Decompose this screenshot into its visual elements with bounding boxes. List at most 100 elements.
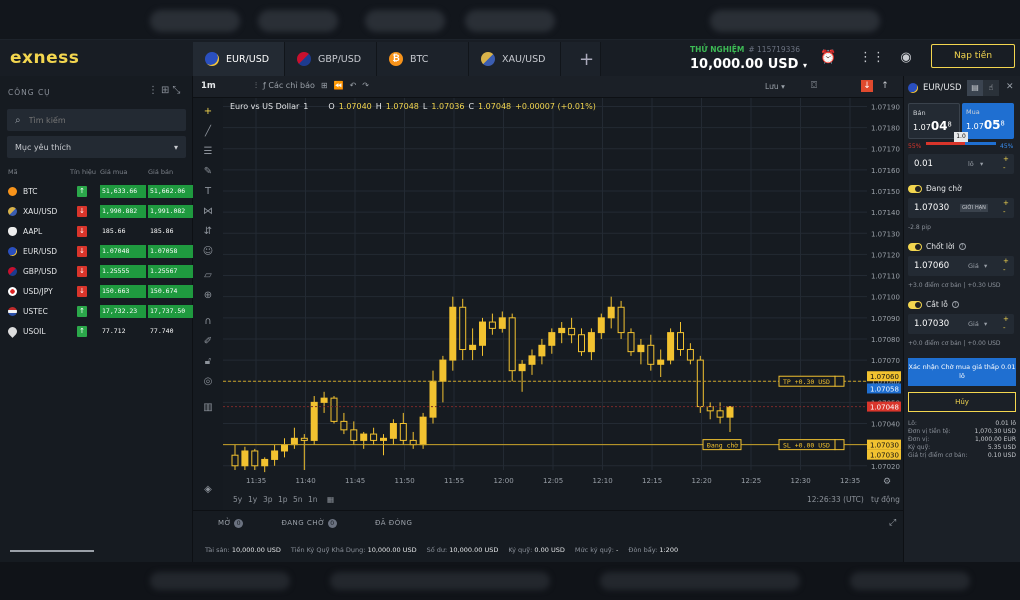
grid-view-icon[interactable]: ⊞ bbox=[161, 85, 172, 96]
ask-price[interactable]: 185.86 bbox=[148, 225, 194, 238]
decrease-button[interactable]: - bbox=[1003, 266, 1006, 274]
redo-icon[interactable]: ↷ bbox=[362, 81, 369, 91]
signal-down-icon[interactable]: ↓ bbox=[77, 266, 87, 277]
brush-icon[interactable]: ✎ bbox=[202, 166, 214, 178]
bid-price[interactable]: 77.712 bbox=[100, 325, 146, 338]
period-1y[interactable]: 1y bbox=[248, 495, 257, 504]
instrument-row[interactable]: GBP/USD ↓ 1.25555 1.25567 bbox=[0, 262, 194, 282]
take-profit-field[interactable]: 1.07060 Giá ▾ + - bbox=[908, 256, 1014, 276]
cancel-button[interactable]: Hủy bbox=[908, 392, 1016, 412]
stop-loss-toggle[interactable]: Cắt lỗ? bbox=[908, 300, 959, 309]
close-icon[interactable]: ✕ bbox=[1006, 82, 1014, 92]
instrument-row[interactable]: EUR/USD ↓ 1.07048 1.07058 bbox=[0, 242, 194, 262]
add-tab-button[interactable]: + bbox=[561, 42, 601, 76]
utc-clock[interactable]: 12:26:33 (UTC) bbox=[807, 495, 864, 504]
tab-pending-orders[interactable]: ĐANG CHỜ 0 bbox=[281, 519, 337, 528]
deposit-button[interactable]: Nạp tiền bbox=[931, 44, 1015, 68]
crosshair-icon[interactable]: + bbox=[202, 106, 214, 118]
ask-price[interactable]: 1.07058 bbox=[148, 245, 194, 258]
stop-loss-field[interactable]: 1.07030 Giá ▾ + - bbox=[908, 314, 1014, 334]
collapse-icon[interactable]: ⤡ bbox=[172, 85, 183, 96]
sell-button[interactable]: Bán 1.07048 bbox=[908, 103, 960, 139]
tab-btc[interactable]: ₿ BTC bbox=[377, 42, 469, 76]
ask-price[interactable]: 1,991.082 bbox=[148, 205, 194, 218]
candle-type-icon[interactable]: ⫶ bbox=[255, 81, 257, 91]
pattern-icon[interactable]: ⋈ bbox=[202, 206, 214, 218]
camera-icon[interactable]: ⌼ bbox=[811, 80, 817, 91]
bid-price[interactable]: 51,633.66 bbox=[100, 185, 146, 198]
increase-button[interactable]: + bbox=[1003, 155, 1009, 163]
lock-icon[interactable]: 🔓︎ bbox=[202, 356, 214, 368]
magnet-icon[interactable]: ∩ bbox=[202, 316, 214, 328]
increase-button[interactable]: + bbox=[1003, 257, 1009, 265]
bid-price[interactable]: 1.25555 bbox=[100, 265, 146, 278]
increase-button[interactable]: + bbox=[1003, 315, 1009, 323]
signal-down-icon[interactable]: ↓ bbox=[77, 286, 87, 297]
buy-arrow-icon[interactable]: ↑ bbox=[879, 80, 891, 92]
signal-up-icon[interactable]: ↑ bbox=[77, 306, 87, 317]
bid-price[interactable]: 185.66 bbox=[100, 225, 146, 238]
account-selector[interactable]: THỬ NGHIỆM # 115719336 10,000.00 USD ▾ bbox=[690, 44, 807, 72]
templates-icon[interactable]: ⊞ bbox=[321, 81, 328, 91]
take-profit-toggle[interactable]: Chốt lời? bbox=[908, 242, 966, 251]
bid-price[interactable]: 17,732.23 bbox=[100, 305, 146, 318]
tab-gbp-usd[interactable]: GBP/USD bbox=[285, 42, 377, 76]
tab-eur-usd[interactable]: EUR/USD bbox=[193, 42, 285, 76]
period-5n[interactable]: 5n bbox=[293, 495, 303, 504]
bid-price[interactable]: 1.07048 bbox=[100, 245, 146, 258]
trash-icon[interactable]: ▥ bbox=[202, 402, 214, 414]
ask-price[interactable]: 1.25567 bbox=[148, 265, 194, 278]
instrument-row[interactable]: USOIL ↑ 77.712 77.740 bbox=[0, 322, 193, 342]
sell-arrow-icon[interactable]: ↓ bbox=[861, 80, 873, 92]
indicators-button[interactable]: ƒ Các chỉ báo bbox=[263, 81, 315, 91]
tab-xau-usd[interactable]: XAU/USD bbox=[469, 42, 561, 76]
ask-price[interactable]: 51,662.06 bbox=[148, 185, 194, 198]
buy-button[interactable]: Mua 1.07058 bbox=[962, 103, 1014, 139]
timeframe-button[interactable]: 1m bbox=[201, 81, 216, 91]
search-input[interactable] bbox=[28, 115, 169, 125]
increase-button[interactable]: + bbox=[1003, 199, 1009, 207]
instrument-row[interactable]: AAPL ↓ 185.66 185.86 bbox=[0, 222, 193, 242]
pending-price-field[interactable]: 1.07030 GIỚI HẠN + - bbox=[908, 198, 1014, 218]
trend-line-icon[interactable]: ╱ bbox=[202, 126, 214, 138]
ruler-icon[interactable]: ▱ bbox=[202, 270, 214, 282]
zoom-in-icon[interactable]: ⊕ bbox=[202, 290, 214, 302]
signal-down-icon[interactable]: ↓ bbox=[77, 246, 87, 257]
horizontal-lines-icon[interactable]: ☰ bbox=[202, 146, 214, 158]
user-profile-icon[interactable]: ◉ bbox=[898, 50, 914, 66]
more-vertical-icon[interactable]: ⋮ bbox=[148, 85, 161, 96]
period-1p[interactable]: 1p bbox=[278, 495, 288, 504]
text-icon[interactable]: T bbox=[202, 186, 214, 198]
ask-price[interactable]: 17,737.50 bbox=[148, 305, 194, 318]
pencil-lock-icon[interactable]: ✐ bbox=[202, 336, 214, 348]
layers-icon[interactable]: ◈ bbox=[202, 484, 214, 496]
favorites-dropdown[interactable]: Mục yêu thích ▾ bbox=[7, 136, 186, 158]
eye-icon[interactable]: ◎ bbox=[202, 376, 214, 388]
form-view-icon[interactable]: ▤ bbox=[967, 80, 983, 96]
period-3p[interactable]: 3p bbox=[263, 495, 273, 504]
ask-price[interactable]: 77.740 bbox=[148, 325, 194, 338]
save-layout-button[interactable]: Lưu ▾ bbox=[765, 82, 785, 91]
auto-scale-toggle[interactable]: tự động bbox=[871, 495, 900, 504]
instrument-row[interactable]: USD/JPY ↓ 150.663 150.674 bbox=[0, 282, 194, 302]
signal-down-icon[interactable]: ↓ bbox=[77, 206, 87, 217]
date-range-icon[interactable]: ▦ bbox=[327, 495, 334, 504]
signal-down-icon[interactable]: ↓ bbox=[77, 226, 87, 237]
volume-field[interactable]: 0.01 lô ▾ + - bbox=[908, 154, 1014, 174]
fib-icon[interactable]: ⇵ bbox=[202, 226, 214, 238]
chart-settings-icon[interactable]: ⚙ bbox=[883, 477, 891, 487]
confirm-order-button[interactable]: Xác nhận Chờ mua giá thấp 0.01 lô bbox=[908, 358, 1016, 386]
tab-closed-positions[interactable]: ĐÃ ĐÓNG bbox=[375, 519, 412, 528]
instrument-row[interactable]: USTEC ↑ 17,732.23 17,737.50 bbox=[0, 302, 194, 322]
emoji-icon[interactable]: ☺ bbox=[202, 246, 214, 258]
expand-icon[interactable]: ⤢ bbox=[889, 518, 896, 528]
panel-scrollbar[interactable] bbox=[10, 550, 94, 552]
price-chart[interactable]: 1.07190 1.07180 1.07170 1.07160 1.07150 1.071… bbox=[223, 98, 903, 510]
instrument-row[interactable]: BTC ↑ 51,633.66 51,662.06 bbox=[0, 182, 194, 202]
period-1n[interactable]: 1n bbox=[308, 495, 318, 504]
bid-price[interactable]: 150.663 bbox=[100, 285, 146, 298]
help-icon[interactable]: ? bbox=[951, 301, 959, 308]
signal-up-icon[interactable]: ↑ bbox=[77, 326, 87, 337]
alarm-clock-icon[interactable]: ⏰ bbox=[820, 50, 836, 66]
undo-icon[interactable]: ↶ bbox=[350, 81, 357, 91]
